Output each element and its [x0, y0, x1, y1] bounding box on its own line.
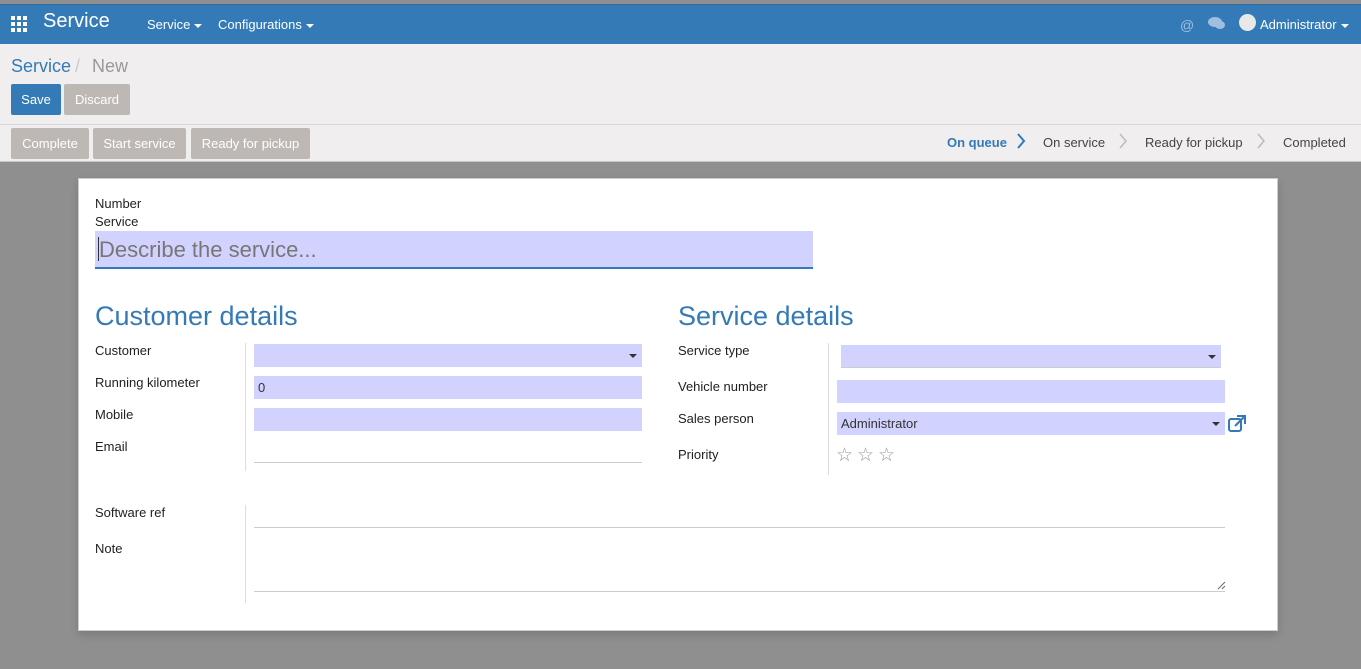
customer-label: Customer: [95, 343, 152, 358]
discard-button[interactable]: Discard: [64, 84, 130, 115]
save-button[interactable]: Save: [11, 84, 61, 115]
start-service-button[interactable]: Start service: [93, 128, 186, 159]
service-description-input[interactable]: Describe the service...: [95, 231, 813, 269]
breadcrumb-parent[interactable]: Service: [11, 56, 71, 77]
app-title[interactable]: Service: [43, 10, 110, 33]
priority-label: Priority: [678, 447, 719, 462]
service-description-placeholder: Describe the service...: [99, 237, 317, 262]
software-ref-input[interactable]: [254, 505, 1225, 528]
top-navbar: Service Service Configurations @ Adminis…: [0, 4, 1361, 44]
note-label: Note: [95, 541, 123, 556]
text-cursor: [98, 237, 99, 261]
at-icon[interactable]: @: [1180, 17, 1194, 33]
mobile-input[interactable]: [254, 408, 642, 431]
chevron-down-icon: [1340, 23, 1349, 28]
divider: [828, 343, 829, 475]
star-icon[interactable]: ☆: [857, 444, 874, 467]
star-icon[interactable]: ☆: [836, 444, 853, 467]
software-ref-label: Software ref: [95, 505, 166, 520]
running-km-label: Running kilometer: [95, 375, 200, 390]
customer-select[interactable]: [254, 344, 642, 367]
stage-on-service[interactable]: On service: [1043, 135, 1105, 150]
dropdown-caret-icon: [1212, 422, 1220, 426]
control-panel: Service / New Save Discard: [0, 44, 1361, 125]
service-type-label: Service type: [678, 343, 750, 358]
running-km-input[interactable]: 0: [254, 376, 642, 399]
service-label: Service: [95, 214, 139, 229]
breadcrumb-separator: /: [75, 56, 81, 76]
star-icon[interactable]: ☆: [878, 444, 895, 467]
chevron-right-icon: [1119, 133, 1127, 149]
menu-service[interactable]: Service: [147, 17, 203, 32]
status-bar: Complete Start service Ready for pickup …: [0, 125, 1361, 162]
service-details-title: Service details: [678, 301, 854, 331]
divider: [245, 505, 246, 603]
chevron-right-icon: [1017, 133, 1026, 149]
sales-person-label: Sales person: [678, 411, 754, 426]
external-link-icon[interactable]: [1227, 414, 1247, 434]
complete-button[interactable]: Complete: [11, 128, 89, 159]
vehicle-number-input[interactable]: [837, 380, 1225, 403]
user-menu[interactable]: Administrator: [1260, 17, 1349, 32]
avatar[interactable]: [1239, 14, 1256, 31]
apps-grid-icon[interactable]: [11, 16, 28, 32]
dropdown-caret-icon: [629, 354, 637, 358]
stage-on-queue[interactable]: On queue: [947, 135, 1007, 150]
note-textarea[interactable]: [254, 536, 1225, 592]
menu-configurations[interactable]: Configurations: [218, 17, 314, 32]
resize-handle-icon[interactable]: [1217, 581, 1226, 590]
email-input[interactable]: [254, 440, 642, 463]
customer-details-title: Customer details: [95, 301, 298, 331]
service-type-select[interactable]: [841, 345, 1221, 368]
chevron-down-icon: [305, 23, 314, 28]
stage-ready-for-pickup[interactable]: Ready for pickup: [1145, 135, 1243, 150]
sales-person-select[interactable]: Administrator: [837, 412, 1225, 435]
divider: [245, 343, 246, 471]
chevron-right-icon: [1257, 133, 1265, 149]
chevron-down-icon: [194, 23, 203, 28]
stage-completed[interactable]: Completed: [1283, 135, 1346, 150]
chat-icon[interactable]: [1208, 16, 1226, 33]
vehicle-number-label: Vehicle number: [678, 379, 768, 394]
menu-configurations-label: Configurations: [218, 17, 302, 32]
breadcrumb-current: New: [92, 56, 129, 76]
sales-person-value: Administrator: [841, 416, 918, 431]
email-label: Email: [95, 439, 128, 454]
dropdown-caret-icon: [1208, 355, 1216, 359]
menu-service-label: Service: [147, 17, 191, 32]
form-sheet: Number Service Describe the service... C…: [78, 178, 1278, 631]
mobile-label: Mobile: [95, 407, 134, 422]
user-name: Administrator: [1260, 17, 1337, 32]
number-label: Number: [95, 196, 142, 211]
ready-for-pickup-button[interactable]: Ready for pickup: [191, 128, 310, 159]
